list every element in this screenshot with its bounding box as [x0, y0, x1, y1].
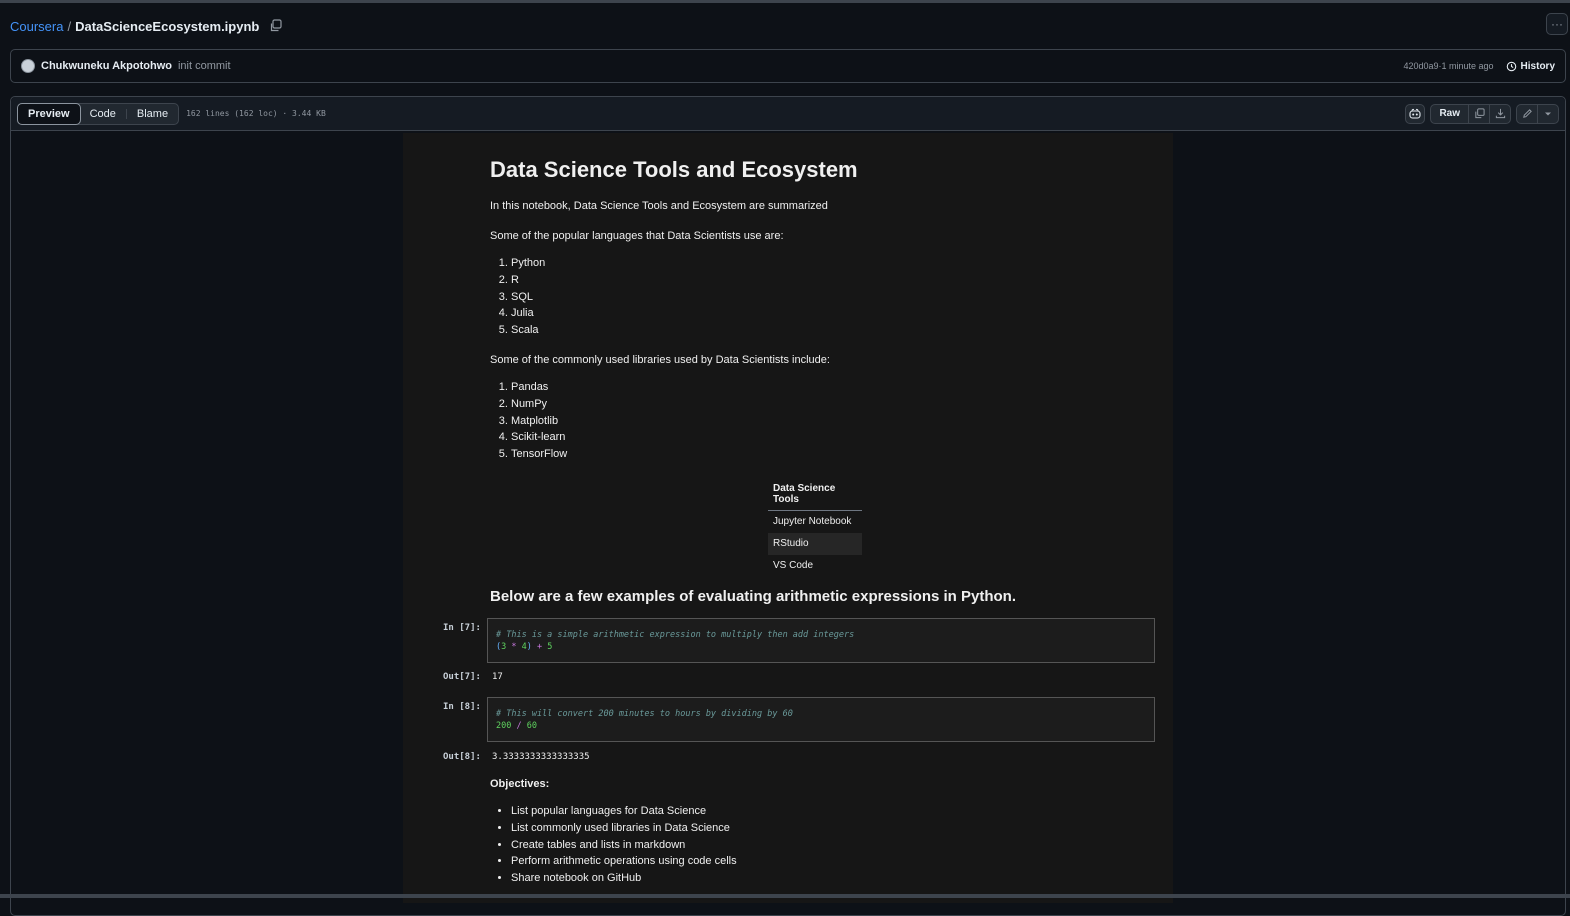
- list-item: Matplotlib: [511, 413, 567, 430]
- edit-group: [1516, 103, 1559, 124]
- more-options-button[interactable]: ···: [1546, 13, 1568, 35]
- list-item: Scikit-learn: [511, 429, 567, 446]
- tab-blame[interactable]: Blame: [127, 104, 178, 124]
- tools-table: Data Science Tools Jupyter Notebook RStu…: [768, 479, 862, 577]
- avatar[interactable]: [21, 59, 35, 73]
- notebook-preview: Data Science Tools and Ecosystem In this…: [403, 133, 1173, 903]
- copilot-button[interactable]: [1405, 103, 1426, 124]
- copy-icon: [1474, 108, 1485, 119]
- output-prompt: Out[8]:: [443, 752, 481, 762]
- history-label: History: [1520, 60, 1555, 72]
- commit-time: 1 minute ago: [1441, 61, 1494, 71]
- file-info: 162 lines (162 loc) · 3.44 KB: [186, 109, 326, 118]
- history-icon: [1506, 61, 1516, 71]
- raw-button[interactable]: Raw: [1431, 104, 1469, 123]
- list-item: Share notebook on GitHub: [511, 870, 737, 887]
- raw-copy-download-group: Raw: [1430, 103, 1511, 124]
- list-item: Perform arithmetic operations using code…: [511, 853, 737, 870]
- list-item: Julia: [511, 305, 545, 322]
- list-item: SQL: [511, 289, 545, 306]
- download-icon: [1495, 108, 1505, 119]
- breadcrumb-file-name: DataScienceEcosystem.ipynb: [75, 18, 260, 34]
- copilot-icon: [1409, 108, 1421, 119]
- table-cell: RStudio: [768, 533, 862, 555]
- list-item: List commonly used libraries in Data Sci…: [511, 820, 737, 837]
- list-item: NumPy: [511, 396, 567, 413]
- objectives-list: List popular languages for Data Science …: [490, 803, 737, 887]
- libraries-list: Pandas NumPy Matplotlib Scikit-learn Ten…: [490, 379, 567, 463]
- objectives-title: Objectives:: [490, 778, 550, 790]
- breadcrumb-repo-link[interactable]: Coursera: [10, 19, 63, 34]
- bottom-border: [0, 894, 1570, 898]
- table-cell: VS Code: [773, 560, 814, 571]
- input-prompt: In [7]:: [443, 623, 481, 633]
- code-cell: # This is a simple arithmetic expression…: [487, 618, 1155, 663]
- edit-dropdown-button[interactable]: [1538, 105, 1558, 123]
- arithmetic-heading: Below are a few examples of evaluating a…: [490, 588, 1017, 605]
- commit-author[interactable]: Chukwuneku Akpotohwo: [41, 60, 172, 72]
- code-line: (3 * 4) + 5: [496, 642, 553, 652]
- input-prompt: In [8]:: [443, 702, 481, 712]
- libraries-intro: Some of the commonly used libraries used…: [490, 354, 830, 366]
- code-comment: # This is a simple arithmetic expression…: [496, 630, 855, 640]
- output-prompt: Out[7]:: [443, 672, 481, 682]
- history-button[interactable]: History: [1506, 61, 1555, 72]
- file-header: Preview Code Blame 162 lines (162 loc) ·…: [11, 97, 1565, 131]
- code-cell: # This will convert 200 minutes to hours…: [487, 697, 1155, 742]
- code-line: 200 / 60: [496, 721, 537, 731]
- commit-message[interactable]: init commit: [178, 60, 231, 72]
- list-item: R: [511, 272, 545, 289]
- copy-icon[interactable]: [269, 19, 283, 33]
- view-mode-switch: Preview Code Blame: [17, 102, 180, 125]
- download-button[interactable]: [1490, 105, 1510, 123]
- tab-code[interactable]: Code: [80, 104, 126, 124]
- commit-hash[interactable]: 420d0a9: [1403, 61, 1438, 71]
- copy-raw-button[interactable]: [1469, 104, 1490, 123]
- list-item: TensorFlow: [511, 446, 567, 463]
- intro-text: In this notebook, Data Science Tools and…: [490, 200, 828, 212]
- triangle-down-icon: [1545, 112, 1551, 115]
- top-border: [0, 0, 1570, 3]
- table-cell: Jupyter Notebook: [773, 516, 852, 527]
- cell-output: 3.3333333333333335: [492, 752, 590, 762]
- list-item: Python: [511, 255, 545, 272]
- kebab-horizontal-icon: ···: [1551, 17, 1563, 31]
- edit-button[interactable]: [1517, 104, 1538, 123]
- languages-list: Python R SQL Julia Scala: [490, 255, 545, 339]
- breadcrumb-separator: /: [67, 18, 72, 34]
- list-item: Pandas: [511, 379, 567, 396]
- table-header: Data Science Tools: [768, 479, 862, 511]
- cell-output: 17: [492, 672, 503, 682]
- breadcrumb: Coursera / DataScienceEcosystem.ipynb: [10, 17, 283, 35]
- latest-commit-bar: Chukwuneku Akpotohwo init commit 420d0a9…: [10, 49, 1566, 83]
- tab-preview[interactable]: Preview: [17, 102, 81, 125]
- list-item: Create tables and lists in markdown: [511, 837, 737, 854]
- list-item: List popular languages for Data Science: [511, 803, 737, 820]
- list-item: Scala: [511, 322, 545, 339]
- pencil-icon: [1522, 109, 1532, 118]
- notebook-title: Data Science Tools and Ecosystem: [490, 157, 858, 182]
- code-comment: # This will convert 200 minutes to hours…: [496, 709, 793, 719]
- languages-intro: Some of the popular languages that Data …: [490, 230, 784, 242]
